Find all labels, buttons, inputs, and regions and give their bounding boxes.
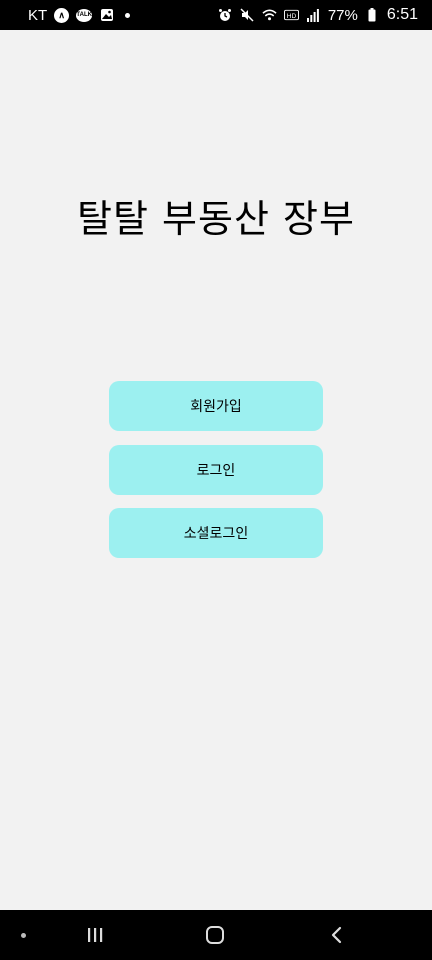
back-icon[interactable] xyxy=(320,910,354,960)
app-title: 탈탈 부동산 장부 xyxy=(77,197,355,241)
talk-icon: TALK xyxy=(76,8,93,22)
battery-percent: 77% xyxy=(327,6,358,24)
volte-icon: HD xyxy=(283,8,299,23)
navigation-bar xyxy=(0,910,432,960)
app-screen: KT ∧ TALK HD 77% 6:51 탈탈 부동산 장부 회원가입 로그인… xyxy=(0,0,432,960)
mute-icon xyxy=(240,8,255,23)
recent-apps-icon[interactable] xyxy=(78,910,112,960)
wifi-icon xyxy=(262,8,277,23)
social-login-button[interactable]: 소셜로그인 xyxy=(109,508,323,558)
carrier-label: KT xyxy=(28,6,48,24)
signal-icon xyxy=(306,8,321,23)
home-icon[interactable] xyxy=(196,910,234,960)
clock: 6:51 xyxy=(386,6,418,23)
svg-text:HD: HD xyxy=(287,13,297,20)
more-notifications-dot xyxy=(125,12,131,18)
image-icon xyxy=(99,8,114,23)
status-bar: KT ∧ TALK HD 77% 6:51 xyxy=(0,0,432,30)
status-right: HD 77% 6:51 xyxy=(218,6,418,24)
navigation-icon: ∧ xyxy=(54,7,70,23)
battery-icon xyxy=(365,8,380,23)
login-button[interactable]: 로그인 xyxy=(109,445,323,495)
signup-button[interactable]: 회원가입 xyxy=(109,381,323,431)
alarm-icon xyxy=(218,8,233,23)
status-left: KT ∧ TALK xyxy=(28,6,131,24)
nav-dot-icon xyxy=(14,910,32,960)
